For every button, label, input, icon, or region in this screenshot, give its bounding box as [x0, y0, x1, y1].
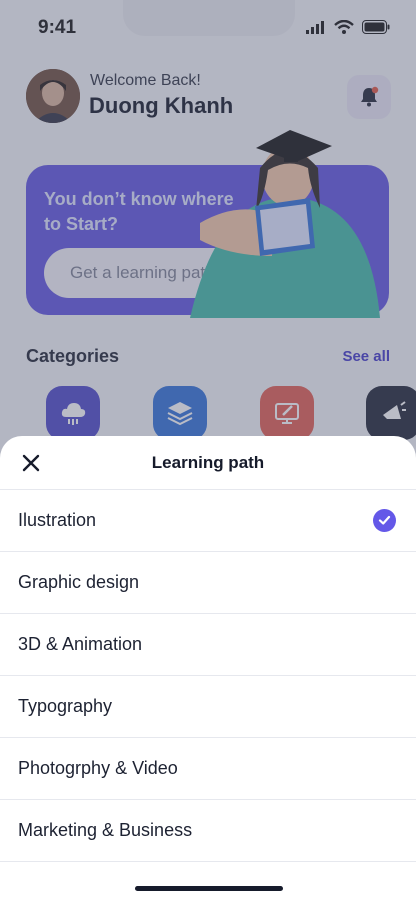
option-graphic-design[interactable]: Graphic design [0, 552, 416, 614]
option-label: Typography [18, 696, 113, 716]
option-illustration[interactable]: Ilustration [0, 490, 416, 552]
learning-path-sheet: Learning path Ilustration Graphic design… [0, 436, 416, 900]
option-photography-video[interactable]: Photogrphy & Video [0, 738, 416, 800]
option-label: Marketing & Business [18, 820, 193, 840]
option-marketing-business[interactable]: Marketing & Business [0, 800, 416, 862]
option-3d-animation[interactable]: 3D & Animation [0, 614, 416, 676]
sheet-header: Learning path [0, 436, 416, 490]
option-label: Graphic design [18, 572, 140, 592]
sheet-title: Learning path [151, 453, 265, 472]
option-label: Photogrphy & Video [18, 758, 178, 778]
option-label: Ilustration [18, 510, 97, 530]
option-label: 3D & Animation [18, 634, 143, 654]
option-typography[interactable]: Typography [0, 676, 416, 738]
home-indicator [135, 886, 283, 891]
check-icon [373, 509, 396, 532]
